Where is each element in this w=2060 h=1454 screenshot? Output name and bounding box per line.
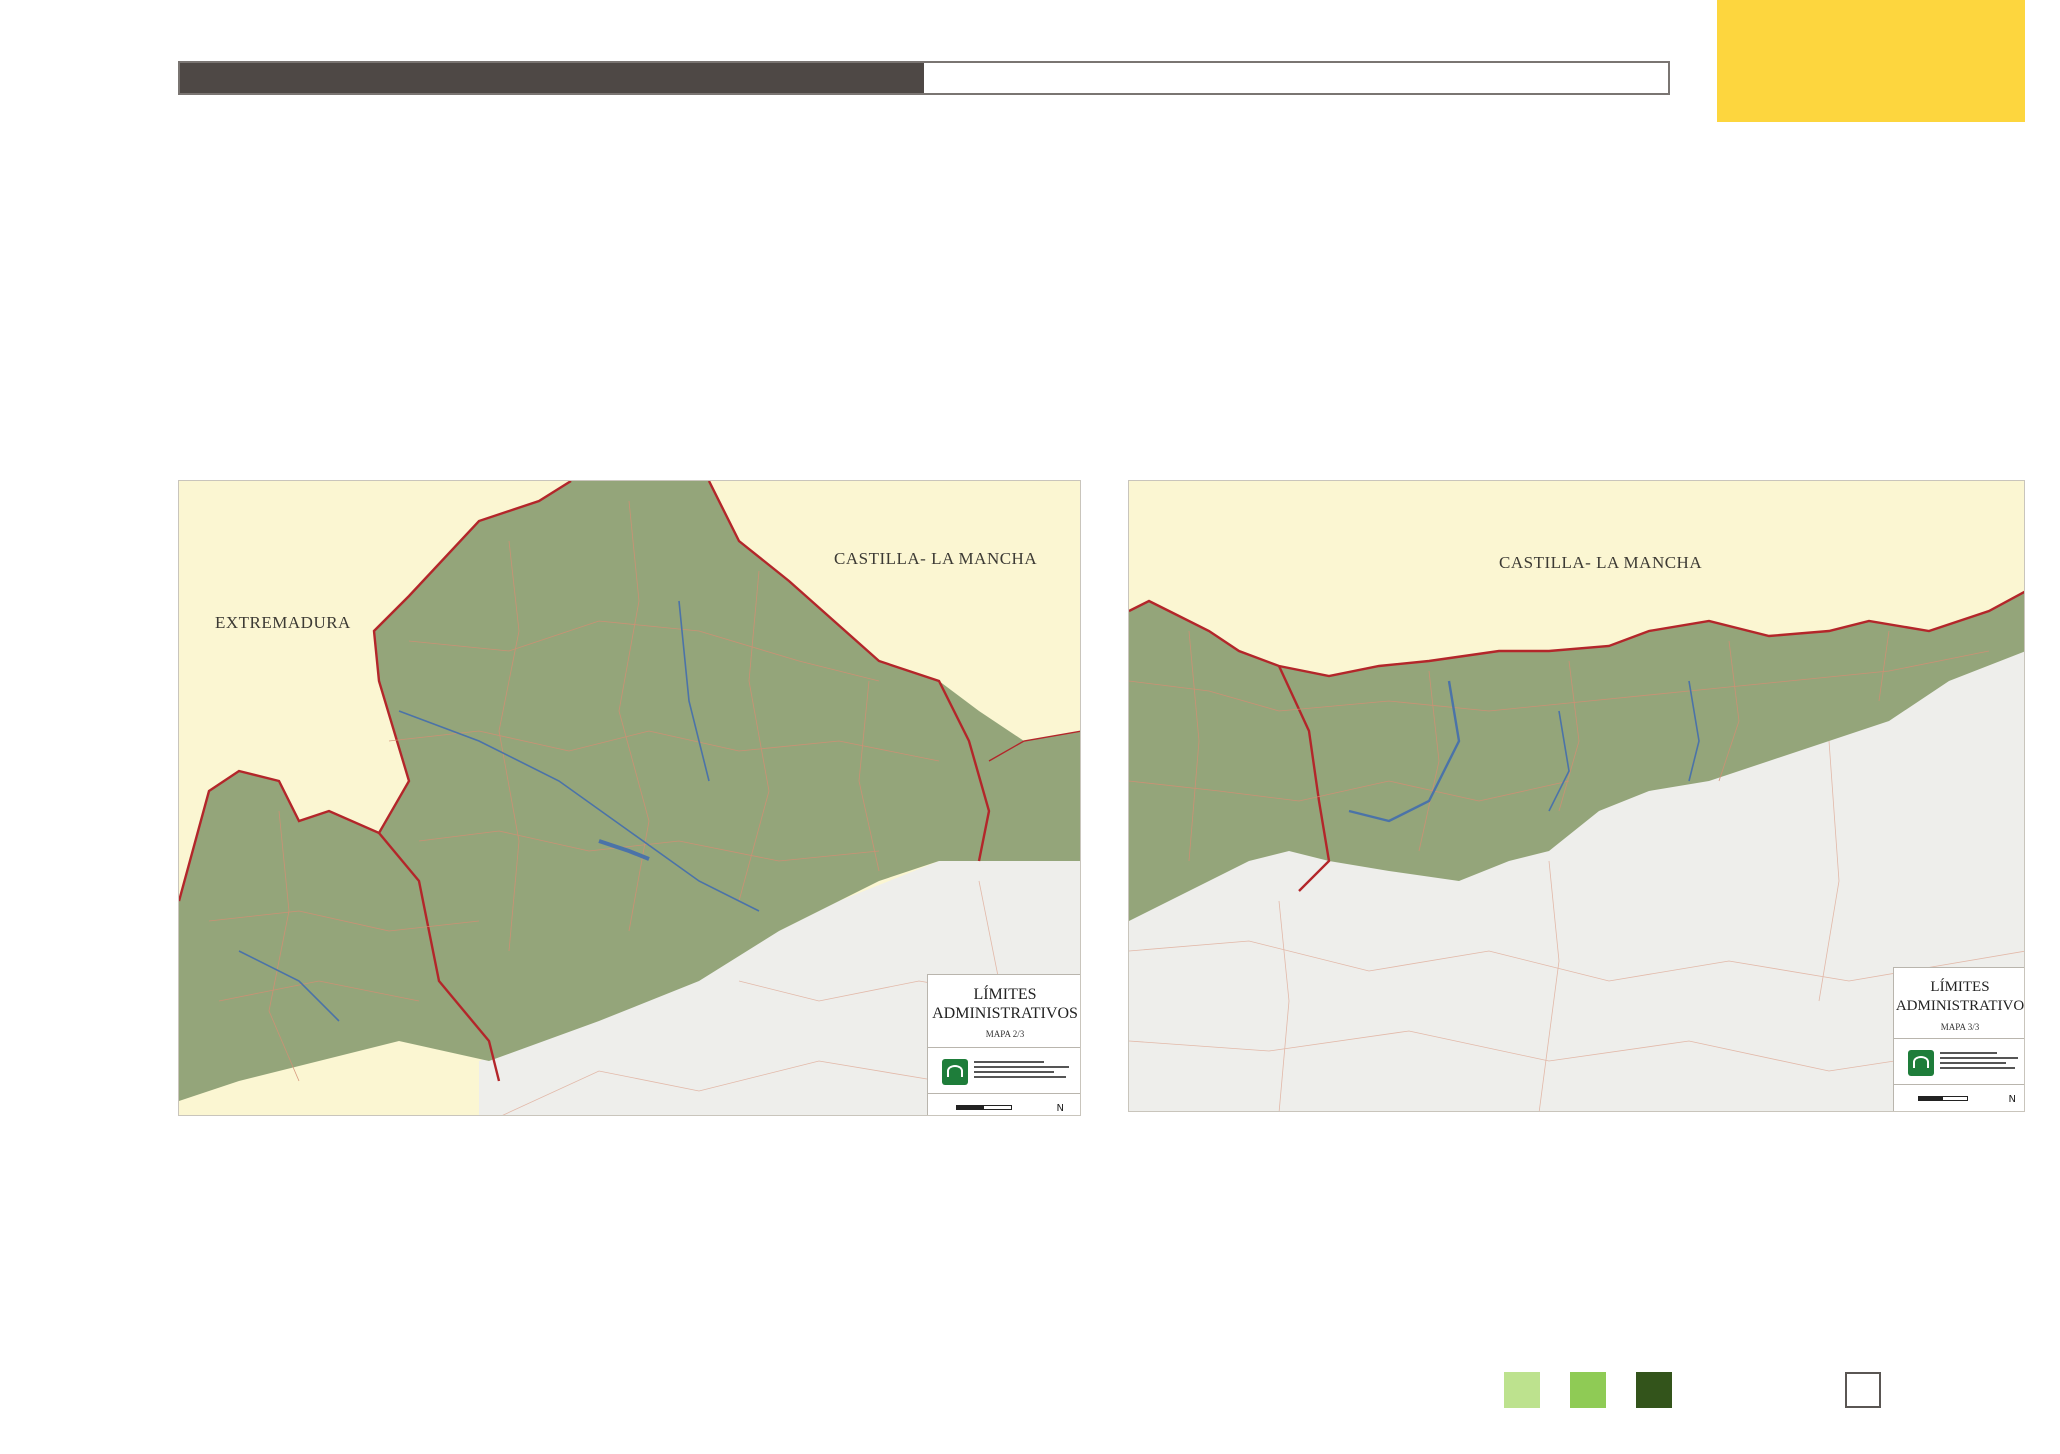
- progress-bar: [178, 61, 1670, 95]
- legend-title: LÍMITES ADMINISTRATIVOS: [932, 986, 1078, 1022]
- scale-bar: [1918, 1096, 1968, 1101]
- map-panel-3-of-3: CASTILLA- LA MANCHA LÍMITES ADMINISTRATI…: [1128, 480, 2025, 1112]
- swatch-light-green: [1504, 1372, 1540, 1408]
- swatch-white: [1845, 1372, 1881, 1408]
- map-panel-2-of-3: EXTREMADURA CASTILLA- LA MANCHA LÍMITES …: [178, 480, 1081, 1116]
- map-3-graphic: [1129, 481, 2024, 1111]
- map-legend: LÍMITES ADMINISTRATIVOS MAPA 2/3 N: [927, 974, 1080, 1115]
- junta-logo-icon: [942, 1059, 968, 1085]
- region-label-extremadura: EXTREMADURA: [215, 613, 351, 632]
- legend-institution-lines: [1940, 1052, 2022, 1072]
- map-legend: LÍMITES ADMINISTRATIVO MAPA 3/3 N: [1893, 967, 2025, 1111]
- region-label-castilla-la-mancha: CASTILLA- LA MANCHA: [1499, 553, 1703, 572]
- legend-institution-lines: [974, 1061, 1074, 1081]
- swatch-dark-green: [1636, 1372, 1672, 1408]
- legend-title: LÍMITES ADMINISTRATIVO: [1895, 979, 2025, 1014]
- legend-subtitle: MAPA 2/3: [985, 1029, 1025, 1039]
- north-arrow-icon: N: [2008, 1094, 2016, 1105]
- swatch-green: [1570, 1372, 1606, 1408]
- north-arrow-icon: N: [1056, 1103, 1064, 1114]
- region-label-castilla-la-mancha: CASTILLA- LA MANCHA: [834, 549, 1038, 568]
- scale-bar: [956, 1105, 1012, 1110]
- legend-subtitle: MAPA 3/3: [1940, 1022, 1980, 1032]
- progress-bar-fill: [180, 63, 924, 93]
- junta-logo-icon: [1908, 1050, 1934, 1076]
- yellow-corner-block: [1717, 0, 2025, 122]
